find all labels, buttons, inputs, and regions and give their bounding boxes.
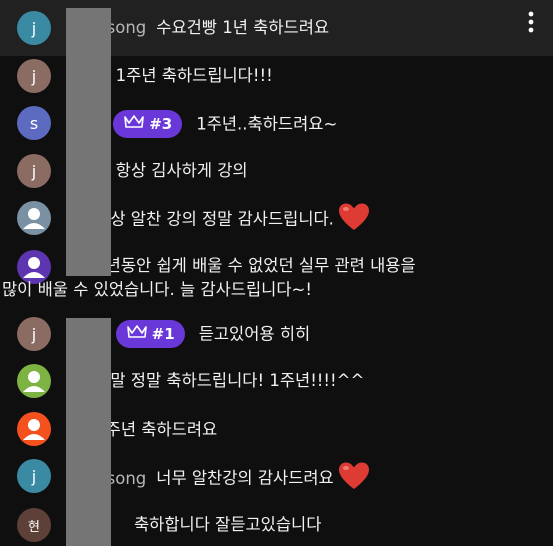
avatar[interactable]: j	[17, 459, 51, 493]
default-avatar-icon	[23, 208, 45, 229]
default-avatar-icon	[23, 371, 45, 392]
crown-icon	[123, 112, 149, 136]
avatar[interactable]: j	[17, 11, 51, 45]
redaction-bar	[66, 318, 111, 546]
message-text: 정말 정말 축하드립니다! 1주년!!!!^^	[95, 371, 365, 390]
avatar[interactable]	[17, 364, 51, 398]
redaction-bar	[66, 8, 111, 276]
avatar[interactable]: j	[17, 154, 51, 188]
avatar[interactable]	[17, 201, 51, 235]
avatar[interactable]: s	[17, 106, 51, 140]
message-text: 1주년 축하드려요	[95, 420, 218, 439]
crown-icon	[126, 322, 152, 346]
default-avatar-icon	[23, 419, 45, 440]
heart-emoji-icon	[338, 461, 370, 491]
message-text-continued: 많이 배울 수 있었습니다. 늘 감사드립니다~!	[2, 280, 312, 299]
message-text: 1주년..축하드려요~	[196, 114, 338, 134]
avatar[interactable]: j	[17, 317, 51, 351]
message-text: 듣고있어용 히히	[198, 324, 311, 344]
message-text: 항상 알찬 강의 정말 감사드립니다.	[95, 209, 334, 229]
message-text: 축하합니다 잘듣고있습니다	[134, 515, 322, 534]
message-text: 1년동안 쉽게 배울 수 없었던 실무 관련 내용을	[95, 256, 416, 275]
member-badge: #3	[113, 110, 183, 138]
avatar[interactable]	[17, 412, 51, 446]
live-chat: j ung song수요건빵 1년 축하드려요 j inge1주년 축하드립니다…	[0, 0, 553, 546]
more-options-icon[interactable]	[519, 6, 543, 38]
message-text: 항상 김사하게 강의	[115, 161, 248, 180]
message-text: 1주년 축하드립니다!!!	[115, 66, 273, 85]
heart-emoji-icon	[338, 202, 370, 232]
member-badge: #1	[115, 320, 185, 348]
avatar[interactable]: 현	[17, 508, 51, 542]
message-text: 너무 알찬강의 감사드려요	[156, 468, 334, 488]
avatar[interactable]: j	[17, 59, 51, 93]
message-text: 수요건빵 1년 축하드려요	[156, 18, 330, 37]
